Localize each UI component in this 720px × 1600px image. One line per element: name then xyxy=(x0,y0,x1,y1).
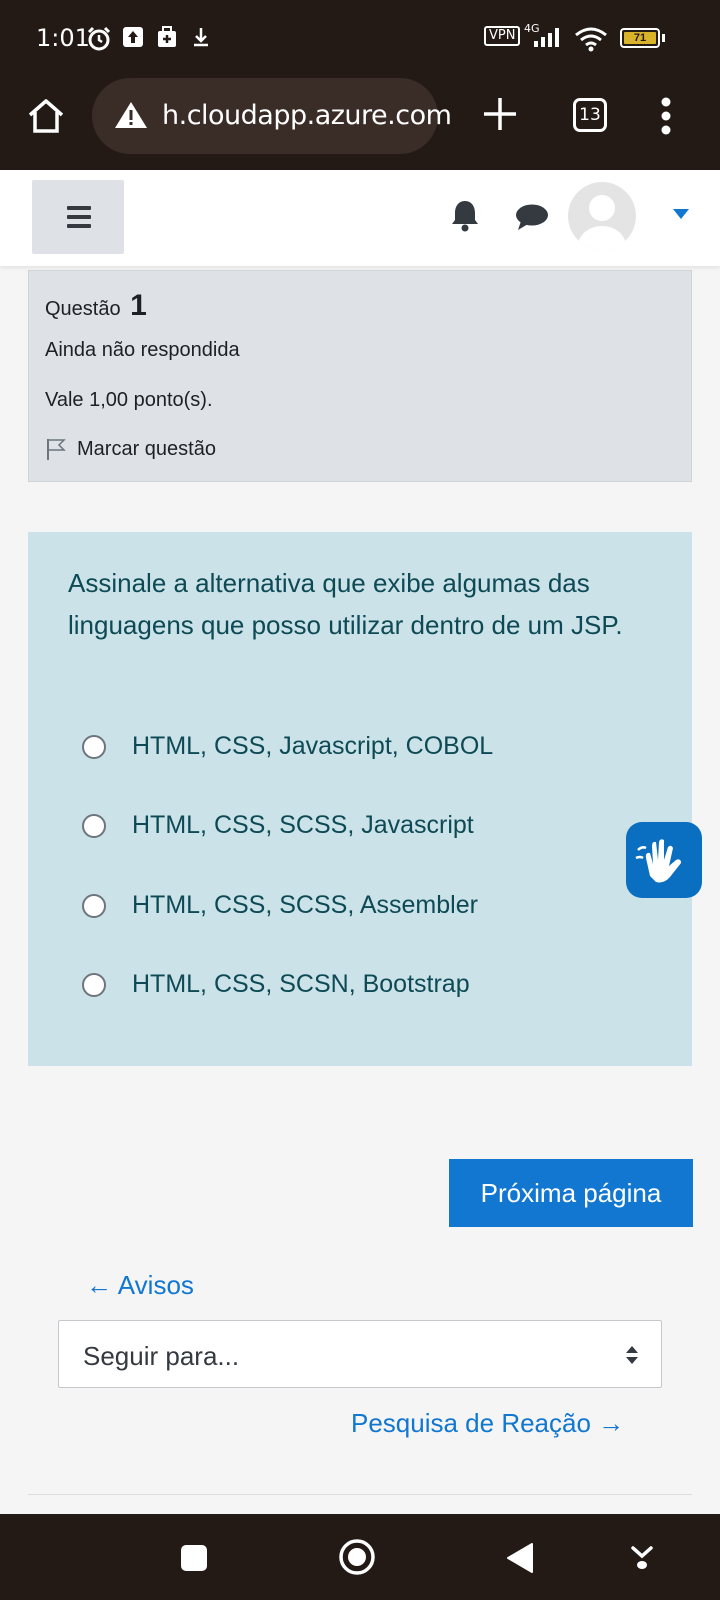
browser-toolbar: h.cloudapp.azure.com 13 xyxy=(0,78,720,170)
question-info: Questão 1 Ainda não respondida Vale 1,00… xyxy=(28,270,692,482)
answer-radio[interactable] xyxy=(82,893,106,918)
chevron-down-icon[interactable] xyxy=(672,208,690,220)
signal-icon xyxy=(534,28,559,47)
battery-tip xyxy=(662,34,665,42)
menu-icon-bar xyxy=(67,206,91,210)
alarm-icon xyxy=(87,26,111,51)
new-tab-icon[interactable] xyxy=(480,94,520,134)
vpn-badge: VPN xyxy=(484,26,521,46)
download-icon xyxy=(194,28,208,47)
battery-icon: 71 xyxy=(620,28,660,48)
answer-radio[interactable] xyxy=(82,813,106,838)
home-icon[interactable] xyxy=(26,96,66,136)
question-text: Assinale a alternativa que exibe algumas… xyxy=(68,568,623,640)
user-icon xyxy=(578,195,626,250)
warning-icon[interactable] xyxy=(114,100,148,130)
menu-icon-bar xyxy=(67,224,91,228)
chat-icon[interactable] xyxy=(515,203,549,231)
home-circle-icon[interactable] xyxy=(338,1538,376,1576)
answer-option[interactable]: HTML, CSS, Javascript, COBOL xyxy=(82,732,493,761)
answer-label[interactable]: HTML, CSS, SCSS, Javascript xyxy=(132,811,474,840)
next-page-button[interactable]: Próxima página xyxy=(449,1159,693,1227)
question-state: Ainda não respondida xyxy=(45,339,240,361)
question-title: Questão 1 xyxy=(45,289,147,323)
answer-label[interactable]: HTML, CSS, SCSN, Bootstrap xyxy=(132,970,470,999)
jump-to-select[interactable]: Seguir para... xyxy=(58,1320,662,1388)
select-arrows-icon xyxy=(626,1346,638,1364)
app-navbar xyxy=(0,170,720,266)
status-time: 1:01 xyxy=(36,24,90,52)
question-grade: Vale 1,00 ponto(s). xyxy=(45,389,213,411)
previous-activity-link[interactable]: ← Avisos xyxy=(86,1270,194,1301)
question-number: 1 xyxy=(130,289,147,322)
divider xyxy=(28,1494,692,1495)
battery-level: 71 xyxy=(624,32,656,44)
question-content: Assinale a alternativa que exibe algumas… xyxy=(28,532,692,1066)
status-bar: 1:01 VPN 4G 71 xyxy=(0,0,720,78)
answer-option[interactable]: HTML, CSS, SCSS, Javascript xyxy=(82,811,474,840)
answer-option[interactable]: HTML, CSS, SCSN, Bootstrap xyxy=(82,970,470,999)
flag-icon xyxy=(47,439,66,460)
answer-option[interactable]: HTML, CSS, SCSS, Assembler xyxy=(82,891,478,920)
answer-radio[interactable] xyxy=(82,972,106,997)
question-label: Questão xyxy=(45,298,121,320)
medical-kit-icon xyxy=(158,26,176,47)
upload-icon xyxy=(123,27,143,47)
bell-icon[interactable] xyxy=(450,198,480,232)
menu-icon-bar xyxy=(67,215,91,219)
avatar[interactable] xyxy=(568,182,636,250)
address-bar[interactable]: h.cloudapp.azure.com xyxy=(92,78,452,154)
answer-label[interactable]: HTML, CSS, Javascript, COBOL xyxy=(132,732,493,761)
answer-label[interactable]: HTML, CSS, SCSS, Assembler xyxy=(132,891,478,920)
answer-radio[interactable] xyxy=(82,734,106,759)
jump-to-value[interactable]: Seguir para... xyxy=(83,1341,239,1372)
nav-menu-icon[interactable] xyxy=(630,1544,654,1572)
flag-question-link[interactable]: Marcar questão xyxy=(45,437,216,461)
more-menu-icon[interactable] xyxy=(660,96,672,136)
recent-apps-icon[interactable] xyxy=(180,1544,208,1572)
system-nav-bar xyxy=(0,1514,720,1600)
flag-question-label[interactable]: Marcar questão xyxy=(77,438,216,461)
menu-button[interactable] xyxy=(32,180,124,254)
tab-switcher-button[interactable]: 13 xyxy=(573,98,607,132)
url-text[interactable]: h.cloudapp.azure.com xyxy=(162,100,452,131)
next-activity-link[interactable]: Pesquisa de Reação → xyxy=(351,1408,624,1439)
sign-language-icon xyxy=(635,839,681,883)
back-icon[interactable] xyxy=(506,1542,534,1574)
wifi-icon xyxy=(575,27,607,52)
accessibility-widget-button[interactable] xyxy=(626,822,702,898)
